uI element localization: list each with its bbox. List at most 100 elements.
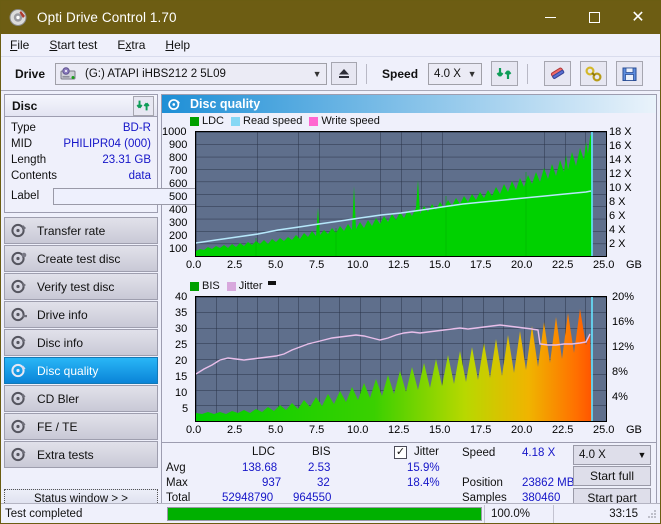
stats-position-label: Position (462, 477, 503, 489)
legend-swatch (190, 116, 199, 126)
close-icon[interactable]: ✕ (616, 1, 660, 34)
sidebar-item-cd-bler[interactable]: CD Bler (4, 385, 158, 412)
disc-row-key: Length (11, 154, 47, 166)
legend-swatch (231, 116, 241, 126)
jitter-checkbox[interactable]: ✓ (394, 446, 407, 459)
ytick: 12% (612, 341, 635, 353)
ytick: 300 (169, 217, 188, 229)
sidebar-item-disc-info[interactable]: Disc info (4, 329, 158, 356)
disc-row-key: MID (11, 138, 33, 150)
sidebar-item-label: Create test disc (37, 251, 121, 266)
speed-label: Speed (382, 66, 419, 81)
speed-value: 4.0 X (434, 67, 461, 80)
save-button[interactable] (616, 61, 644, 86)
toolbar: Drive (G:) ATAPI iHBS212 2 5L09 ▼ Speed … (1, 57, 660, 91)
sidebar-item-label: Disc quality (37, 363, 99, 378)
sidebar-item-label: Disc info (37, 335, 84, 350)
xtick: 20.0 (511, 259, 533, 271)
disc-panel-title: Disc (12, 98, 38, 113)
legend-swatch (190, 281, 199, 291)
disc-panel: Disc Type BD-R MID PHILIPR04 (000) Lengt… (4, 94, 261, 213)
drive-icon (60, 66, 76, 81)
ytick: 35 (175, 307, 188, 319)
xtick: 17.5 (470, 424, 492, 436)
ytick: 5 (182, 403, 189, 415)
bis-chart-legend: BIS Jitter (190, 280, 276, 292)
disc-info-icon (11, 335, 28, 350)
xtick: 25.0 (593, 424, 615, 436)
stats-jitter-avg: 15.9% (407, 462, 440, 474)
xtick: 22.5 (552, 424, 574, 436)
disc-refresh-button[interactable] (133, 95, 154, 116)
menu-item-file[interactable]: File (10, 38, 29, 52)
menu-item-help[interactable]: Help (165, 38, 190, 52)
sidebar-item-create-test-disc[interactable]: Create test disc (4, 245, 158, 272)
test-speed-select[interactable]: 4.0 X ▼ (573, 445, 651, 465)
ldc-chart-legend: LDC Read speed Write speed (190, 115, 387, 127)
xtick: 5.0 (268, 259, 284, 271)
eject-button[interactable] (331, 62, 358, 85)
stats-ldc-avg: 138.68 (242, 462, 278, 474)
sidebar-item-disc-quality[interactable]: Disc quality (4, 357, 158, 384)
menu-bar: File Start test Extra Help (1, 34, 660, 57)
speed-select[interactable]: 4.0 X ▼ (428, 62, 483, 85)
sidebar-item-fe-te[interactable]: FE / TE (4, 413, 158, 440)
main-panel-title: Disc quality (190, 97, 261, 111)
stats-row-label-max: Max (166, 477, 188, 489)
ytick: 800 (169, 152, 188, 164)
ytick: 6 X (609, 210, 626, 222)
toolbar-divider-1 (366, 63, 368, 84)
tools-button[interactable] (580, 61, 608, 86)
ytick: 500 (169, 191, 188, 203)
sidebar-item-extra-tests[interactable]: Extra tests (4, 441, 158, 468)
xtick: 17.5 (470, 259, 492, 271)
fe-te-icon (11, 419, 28, 434)
stats-panel: LDC BIS ✓ Jitter Avg 138.68 2.53 15.9% M… (162, 442, 656, 511)
elapsed-time: 33:15 (553, 504, 646, 523)
ytick: 15 (175, 371, 188, 383)
ytick: 25 (175, 339, 188, 351)
resize-grip[interactable] (646, 508, 658, 520)
ldc-chart: LDC Read speed Write speed 1000 900 800 … (162, 113, 656, 275)
xtick: 2.5 (227, 259, 243, 271)
erase-button[interactable] (544, 61, 572, 86)
legend-swatch (309, 116, 319, 126)
disc-row-value: 23.31 GB (102, 154, 151, 166)
refresh-button[interactable] (491, 61, 519, 86)
stats-speed-label: Speed (462, 447, 496, 459)
app-window: Opti Drive Control 1.70 ✕ File Start tes… (0, 0, 661, 524)
start-full-button[interactable]: Start full (573, 466, 651, 486)
sidebar-item-label: Verify test disc (37, 279, 115, 294)
drive-label: Drive (15, 66, 46, 81)
minimize-icon[interactable] (528, 1, 572, 34)
sidebar-item-label: Drive info (37, 307, 88, 322)
menu-item-extra[interactable]: Extra (117, 38, 145, 52)
disc-row-key: Contents (11, 170, 58, 182)
ytick: 4 X (609, 224, 626, 236)
legend-label: Read speed (243, 115, 303, 127)
status-bar: Test completed 100.0% 33:15 (1, 503, 660, 523)
ytick: 8% (612, 366, 628, 378)
disc-info-rows: Type BD-R MID PHILIPR04 (000) Length 23.… (5, 117, 261, 212)
sidebar-item-transfer-rate[interactable]: Transfer rate (4, 217, 158, 244)
disc-row-contents: Contents data (11, 168, 151, 184)
stats-bis-avg: 2.53 (308, 462, 331, 474)
menu-item-start-test[interactable]: Start test (49, 38, 97, 52)
xtick: 25.0 (593, 259, 615, 271)
sidebar-item-drive-info[interactable]: Drive info (4, 301, 158, 328)
refresh-icon (496, 68, 512, 79)
ytick: 4% (612, 391, 628, 403)
maximize-icon[interactable] (572, 1, 616, 34)
bis-chart: BIS Jitter 40 35 30 25 20 15 10 5 20% 16… (162, 276, 656, 441)
disc-label-row: Label (11, 186, 261, 208)
progress-bar (167, 506, 482, 521)
eraser-icon (550, 67, 564, 79)
extra-tests-icon (11, 447, 28, 462)
ldc-plot-area (195, 131, 607, 257)
sidebar-item-verify-test-disc[interactable]: Verify test disc (4, 273, 158, 300)
xtick: 12.5 (388, 424, 410, 436)
stats-bis-max: 32 (317, 477, 330, 489)
stats-speed-value: 4.18 X (522, 447, 556, 459)
sidebar-item-label: Extra tests (37, 447, 94, 462)
drive-select[interactable]: (G:) ATAPI iHBS212 2 5L09 ▼ (55, 62, 328, 85)
